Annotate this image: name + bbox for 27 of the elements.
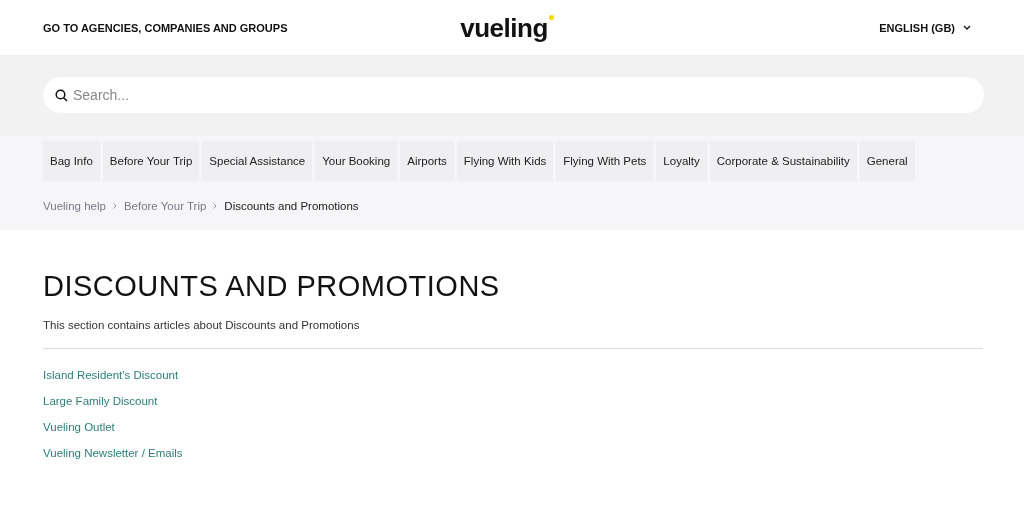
agencies-link[interactable]: GO TO AGENCIES, COMPANIES AND GROUPS xyxy=(43,21,461,34)
article-link[interactable]: Island Resident's Discount xyxy=(43,369,179,381)
chevron-right-icon xyxy=(112,202,117,209)
category-tab[interactable]: General xyxy=(859,141,915,181)
category-tab[interactable]: Before Your Trip xyxy=(102,141,200,181)
breadcrumb-link[interactable]: Before Your Trip xyxy=(123,199,207,212)
search-field[interactable]: Search... xyxy=(43,77,984,113)
chevron-right-icon xyxy=(213,202,218,209)
logo-dot-icon xyxy=(548,14,554,20)
category-tab[interactable]: Bag Info xyxy=(43,141,100,181)
category-tab[interactable]: Flying With Pets xyxy=(556,141,654,181)
article-link[interactable]: Vueling Newsletter / Emails xyxy=(43,447,183,459)
category-tab[interactable]: Your Booking xyxy=(315,141,398,181)
section-description: This section contains articles about Discounts and Promotions xyxy=(43,319,361,331)
breadcrumb-link[interactable]: Discounts and Promotions xyxy=(224,199,359,212)
section-title: DISCOUNTS AND PROMOTIONS xyxy=(43,270,501,303)
article-link[interactable]: Vueling Outlet xyxy=(43,421,115,433)
chevron-down-icon xyxy=(963,25,971,30)
category-tab[interactable]: Special Assistance xyxy=(202,141,313,181)
language-selector[interactable]: ENGLISH (GB) xyxy=(553,21,981,34)
category-tab[interactable]: Corporate & Sustainability xyxy=(709,141,857,181)
breadcrumb-link[interactable]: Vueling help xyxy=(43,199,106,212)
article-link[interactable]: Large Family Discount xyxy=(43,395,158,407)
category-tab[interactable]: Loyalty xyxy=(656,141,707,181)
vueling-logo[interactable]: vueling xyxy=(460,14,548,41)
category-tab[interactable]: Airports xyxy=(400,141,454,181)
category-tab[interactable]: Flying With Kids xyxy=(456,141,554,181)
